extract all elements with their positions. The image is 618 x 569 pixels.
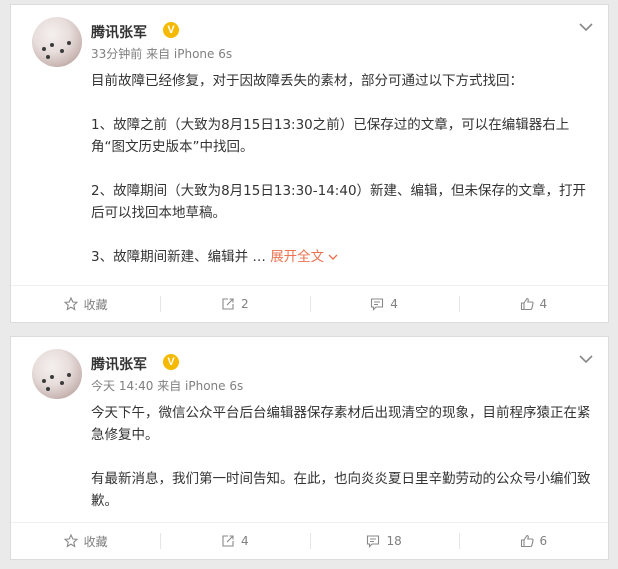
comment-button[interactable]: 4 [309, 286, 459, 322]
post-meta: 33分钟前 来自 iPhone 6s [91, 47, 233, 61]
favorite-label: 收藏 [83, 297, 108, 312]
verified-badge-icon: V [163, 354, 179, 370]
star-icon [63, 534, 78, 548]
author-name[interactable]: 腾讯张军 [91, 22, 147, 42]
paragraph: 1、故障之前（大致为8月15日13:30之前）已保存过的文章，可以在编辑器右上角… [91, 117, 570, 155]
avatar[interactable] [32, 17, 82, 67]
paragraph-text: 3、故障期间新建、编辑并 … [91, 249, 266, 265]
comment-icon [371, 298, 384, 311]
forward-button[interactable]: 4 [160, 523, 309, 559]
action-bar: 收藏 4 18 6 [11, 522, 608, 559]
post-content: 目前故障已经修复，对于因故障丢失的素材，部分可通过以下方式找回： 1、故障之前（… [91, 70, 591, 268]
chevron-down-icon [328, 254, 338, 260]
expand-label: 展开全文 [270, 249, 325, 265]
favorite-button[interactable]: 收藏 [11, 286, 160, 322]
share-icon [222, 298, 234, 310]
thumbs-up-icon [520, 297, 534, 311]
paragraph: 有最新消息，我们第一时间告知。在此，也向炎炎夏日里辛勤劳动的公众号小编们致歉。 [91, 471, 591, 509]
post-content: 今天下午，微信公众平台后台编辑器保存素材后出现清空的现象，目前程序猿正在紧急修复… [91, 402, 591, 512]
weibo-post-2: 腾讯张军 V 今天 14:40 来自 iPhone 6s 今天下午，微信公众平台… [10, 336, 609, 560]
comment-button[interactable]: 18 [309, 523, 459, 559]
paragraph-truncated: 3、故障期间新建、编辑并 … 展开全文 [91, 246, 591, 268]
favorite-label: 收藏 [83, 534, 108, 549]
weibo-post-1: 腾讯张军 V 33分钟前 来自 iPhone 6s 目前故障已经修复，对于因故障… [10, 4, 609, 323]
action-bar: 收藏 2 4 4 [11, 285, 608, 322]
share-icon [222, 535, 234, 547]
chevron-down-icon[interactable] [578, 19, 594, 35]
chevron-down-icon[interactable] [578, 351, 594, 367]
like-count: 6 [539, 534, 548, 548]
post-meta: 今天 14:40 来自 iPhone 6s [91, 379, 244, 393]
comment-count: 18 [386, 534, 402, 548]
forward-button[interactable]: 2 [160, 286, 309, 322]
paragraph: 2、故障期间（大致为8月15日13:30-14:40）新建、编辑，但未保存的文章… [91, 183, 587, 221]
like-count: 4 [539, 297, 548, 311]
star-icon [63, 297, 78, 311]
like-button[interactable]: 4 [458, 286, 608, 322]
paragraph: 今天下午，微信公众平台后台编辑器保存素材后出现清空的现象，目前程序猿正在紧急修复… [91, 405, 591, 443]
comment-icon [367, 535, 380, 548]
favorite-button[interactable]: 收藏 [11, 523, 160, 559]
author-name[interactable]: 腾讯张军 [91, 354, 147, 374]
avatar[interactable] [32, 349, 82, 399]
forward-count: 2 [241, 297, 249, 311]
forward-count: 4 [241, 534, 249, 548]
like-button[interactable]: 6 [458, 523, 608, 559]
paragraph: 目前故障已经修复，对于因故障丢失的素材，部分可通过以下方式找回： [91, 73, 523, 89]
verified-badge-icon: V [163, 22, 179, 38]
expand-full-text-link[interactable]: 展开全文 [270, 249, 338, 265]
comment-count: 4 [390, 297, 398, 311]
thumbs-up-icon [520, 534, 534, 548]
